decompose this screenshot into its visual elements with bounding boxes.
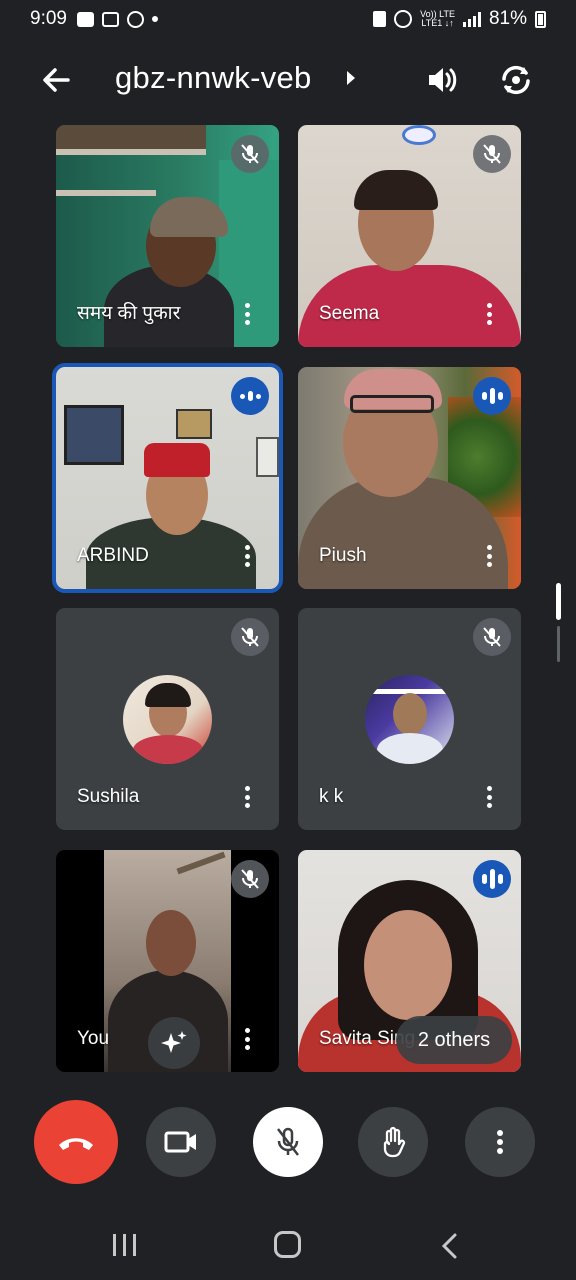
participant-tile[interactable]: Piush [298, 367, 521, 589]
scrollbar-thumb[interactable] [556, 583, 561, 620]
caret-right-icon[interactable] [345, 68, 357, 93]
more-vert-icon [497, 1130, 503, 1154]
home-icon[interactable] [274, 1231, 301, 1258]
participant-name: k k [319, 786, 344, 807]
hand-icon [383, 1126, 406, 1158]
videocam-icon [164, 1131, 196, 1153]
end-call-button[interactable] [34, 1100, 118, 1184]
participant-tile-active[interactable]: ARBIND [52, 363, 283, 593]
muted-mic-icon [473, 618, 511, 656]
more-vert-icon[interactable] [237, 784, 257, 810]
system-icons: Vo)) LTE LTE1 ↓↑ 81% [373, 8, 546, 30]
recents-icon[interactable] [113, 1234, 136, 1256]
participant-tile[interactable]: समय की पुकार [56, 125, 279, 347]
network-label: Vo)) LTE LTE1 ↓↑ [420, 10, 455, 28]
switch-camera-icon[interactable] [494, 58, 538, 102]
camera-button[interactable] [146, 1107, 216, 1177]
participant-tile[interactable]: Sushila [56, 608, 279, 830]
participant-tile[interactable]: k k [298, 608, 521, 830]
youtube-icon [76, 11, 94, 27]
clock: 9:09 [30, 8, 67, 29]
lock-icon [373, 11, 387, 27]
speaking-indicator-icon [231, 377, 269, 415]
mic-off-icon [277, 1127, 299, 1156]
sparkle-icon [161, 1031, 187, 1053]
participant-name: समय की पुकार [77, 303, 181, 324]
others-count-pill[interactable]: 2 others [396, 1016, 512, 1064]
alarm-icon [394, 10, 413, 28]
participant-name: ARBIND [77, 545, 149, 566]
signal-icon [462, 11, 481, 27]
whatsapp-icon [126, 10, 144, 28]
muted-mic-icon [473, 135, 511, 173]
participant-avatar [365, 675, 454, 764]
participant-name: Seema [319, 303, 380, 324]
effects-sparkle-button[interactable] [148, 1017, 200, 1069]
more-options-button[interactable] [465, 1107, 535, 1177]
gallery-icon [101, 11, 119, 27]
battery-icon [535, 10, 546, 28]
network-bottom-label: LTE1 ↓↑ [421, 18, 454, 28]
muted-mic-icon [231, 618, 269, 656]
notification-icons [76, 10, 158, 28]
muted-mic-icon [231, 860, 269, 898]
participant-name: Piush [319, 545, 367, 566]
participant-name: You [77, 1028, 110, 1049]
speaking-indicator-icon [473, 860, 511, 898]
more-vert-icon[interactable] [479, 301, 499, 327]
more-vert-icon[interactable] [479, 543, 499, 569]
muted-mic-icon [231, 135, 269, 173]
back-icon[interactable] [440, 1232, 458, 1265]
mic-button[interactable] [253, 1107, 323, 1177]
participant-name: Sushila [77, 786, 140, 807]
more-vert-icon[interactable] [237, 543, 257, 569]
back-arrow-icon[interactable] [36, 62, 76, 98]
status-bar: 9:09 Vo)) LTE LTE1 ↓↑ 81% [0, 0, 576, 38]
scrollbar-track [557, 626, 560, 662]
more-vert-icon[interactable] [237, 301, 257, 327]
speaker-icon[interactable] [422, 60, 462, 100]
more-notifications-icon [151, 16, 158, 22]
more-vert-icon[interactable] [479, 784, 499, 810]
speaking-indicator-icon [473, 377, 511, 415]
app-bar: gbz-nnwk-veb [0, 48, 576, 112]
meeting-code-title[interactable]: gbz-nnwk-veb [115, 60, 312, 96]
more-vert-icon[interactable] [237, 1026, 257, 1052]
raise-hand-button[interactable] [358, 1107, 428, 1177]
hang-up-icon [59, 1138, 93, 1150]
participant-tile[interactable]: Seema [298, 125, 521, 347]
system-nav-bar [0, 1212, 576, 1280]
battery-percent: 81% [488, 8, 527, 29]
participant-avatar [123, 675, 212, 764]
